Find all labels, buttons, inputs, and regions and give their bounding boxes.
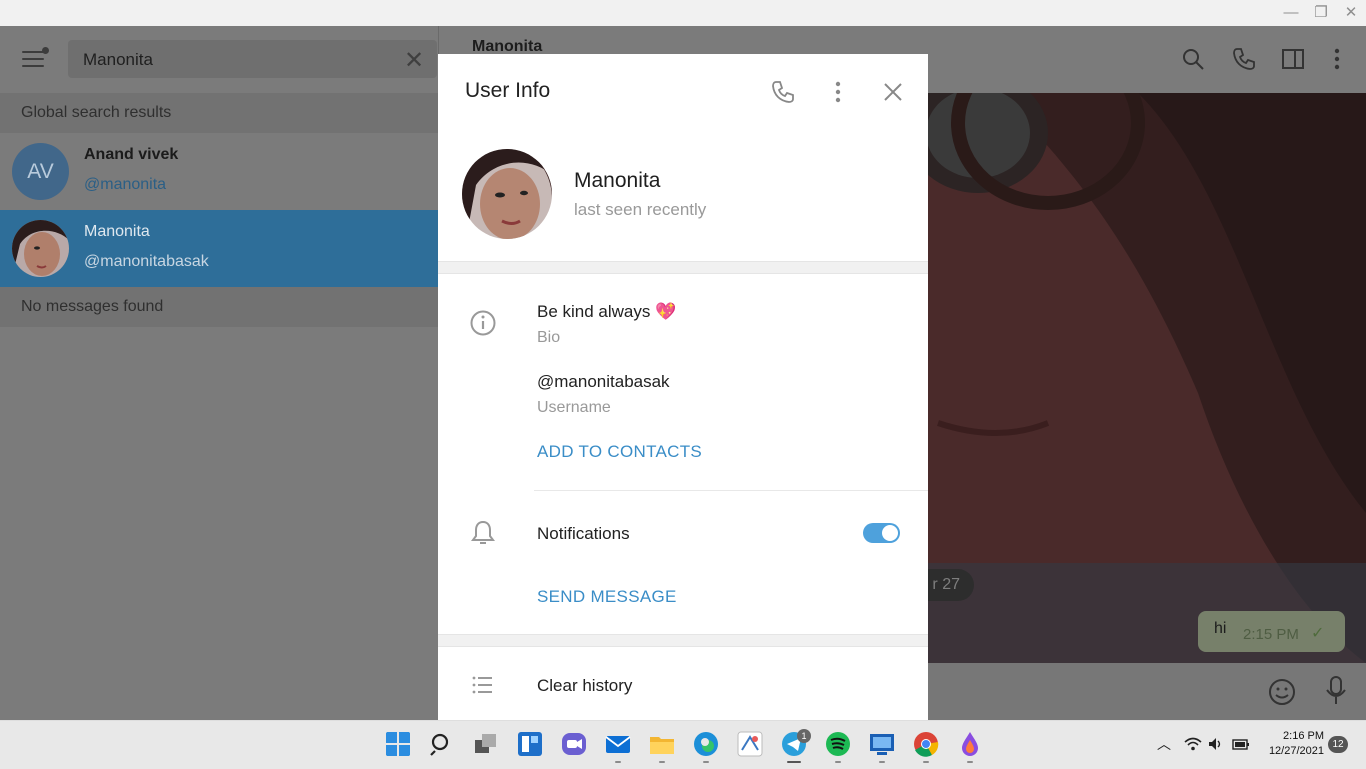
profile-name: Manonita: [574, 169, 661, 192]
modal-title: User Info: [465, 79, 551, 102]
global-results-header: Global search results: [0, 93, 438, 133]
close-window-button[interactable]: ✕: [1338, 3, 1364, 23]
clear-history-button[interactable]: Clear history: [537, 676, 632, 696]
chevron-up-icon[interactable]: ︿: [1157, 734, 1171, 754]
windows-start-icon[interactable]: [385, 731, 411, 757]
widgets-icon[interactable]: [517, 731, 543, 757]
more-vertical-icon[interactable]: [825, 79, 851, 105]
profile-avatar[interactable]: [462, 149, 552, 239]
mail-icon[interactable]: [605, 731, 631, 757]
avatar: [12, 220, 69, 277]
message-time: 2:15 PM: [1243, 626, 1299, 643]
section-label: Global search results: [21, 104, 172, 121]
search-result-anand[interactable]: AV Anand vivek @manonita: [0, 133, 438, 210]
toggle-knob: [882, 525, 898, 541]
result-username: @manonitabasak: [84, 253, 209, 270]
active-indicator: [787, 761, 801, 763]
avatar: AV: [12, 143, 69, 200]
edge-icon[interactable]: [693, 731, 719, 757]
running-indicator: [615, 761, 621, 763]
user-info-modal: User Info Manonita last seen recently Be…: [438, 54, 928, 720]
notification-center-badge[interactable]: 12: [1328, 736, 1348, 753]
microphone-icon[interactable]: [1323, 675, 1349, 707]
clock-date[interactable]: 12/27/2021: [1262, 745, 1324, 757]
running-indicator: [703, 761, 709, 763]
unread-dot: [42, 47, 49, 54]
wifi-icon[interactable]: [1184, 737, 1202, 751]
row-divider: [534, 490, 928, 491]
paint-icon[interactable]: [957, 731, 983, 757]
notifications-label: Notifications: [537, 524, 630, 543]
running-indicator: [967, 761, 973, 763]
teams-chat-icon[interactable]: [561, 731, 587, 757]
search-header: Manonita ✕: [0, 26, 438, 93]
close-icon[interactable]: ✕: [404, 46, 424, 75]
bio-label: Bio: [537, 329, 561, 346]
notifications-toggle[interactable]: [863, 523, 900, 543]
phone-icon[interactable]: [770, 79, 796, 105]
minimize-button[interactable]: —: [1278, 3, 1304, 23]
more-vertical-icon[interactable]: [1324, 46, 1350, 72]
emoji-icon[interactable]: [1267, 677, 1297, 707]
spotify-icon[interactable]: [825, 731, 851, 757]
search-icon[interactable]: [429, 731, 455, 757]
running-indicator: [879, 761, 885, 763]
chrome-icon[interactable]: [913, 731, 939, 757]
running-indicator: [659, 761, 665, 763]
battery-icon[interactable]: [1232, 737, 1250, 751]
search-result-manonita[interactable]: Manonita @manonitabasak: [0, 210, 438, 287]
section-divider: [438, 261, 928, 274]
sidebar-toggle-icon[interactable]: [1280, 46, 1306, 72]
search-input[interactable]: Manonita ✕: [68, 40, 437, 78]
phone-icon[interactable]: [1231, 46, 1257, 72]
file-explorer-icon[interactable]: [649, 731, 675, 757]
search-icon[interactable]: [1180, 46, 1206, 72]
send-message-button[interactable]: SEND MESSAGE: [537, 587, 677, 607]
restore-button[interactable]: ❐: [1308, 3, 1334, 23]
username-text[interactable]: @manonitabasak: [537, 372, 670, 392]
telegram-badge: 1: [797, 729, 811, 743]
bio-text: Be kind always 💖: [537, 302, 677, 321]
result-username: @manonita: [84, 176, 167, 193]
search-query: Manonita: [83, 50, 153, 69]
bell-icon: [471, 520, 495, 544]
no-messages-header: No messages found: [0, 287, 438, 327]
task-view-icon[interactable]: [473, 731, 499, 757]
info-icon: [470, 310, 496, 336]
sent-check-icon: ✓: [1311, 625, 1325, 642]
window-titlebar: — ❐ ✕: [0, 0, 1366, 26]
clock-time[interactable]: 2:16 PM: [1262, 730, 1324, 742]
remote-desktop-icon[interactable]: [869, 731, 895, 757]
profile-status: last seen recently: [574, 200, 707, 219]
left-pane: Manonita ✕ Global search results AV Anan…: [0, 26, 438, 720]
add-to-contacts-button[interactable]: ADD TO CONTACTS: [537, 442, 702, 462]
section-divider: [438, 634, 928, 647]
volume-icon[interactable]: [1208, 737, 1224, 751]
list-icon: [472, 676, 492, 694]
result-name: Manonita: [84, 223, 150, 240]
app-generic-icon[interactable]: [737, 731, 763, 757]
section-label: No messages found: [21, 298, 164, 315]
taskbar: 1 ︿ 2:16 PM 12/27/2021 12: [0, 720, 1366, 769]
running-indicator: [835, 761, 841, 763]
username-label: Username: [537, 399, 611, 416]
message-text: hi: [1214, 620, 1227, 637]
running-indicator: [923, 761, 929, 763]
main-menu-button[interactable]: [22, 47, 49, 69]
outgoing-message[interactable]: hi 2:15 PM ✓: [1198, 611, 1345, 652]
result-name: Anand vivek: [84, 146, 179, 163]
close-icon[interactable]: [880, 79, 906, 105]
